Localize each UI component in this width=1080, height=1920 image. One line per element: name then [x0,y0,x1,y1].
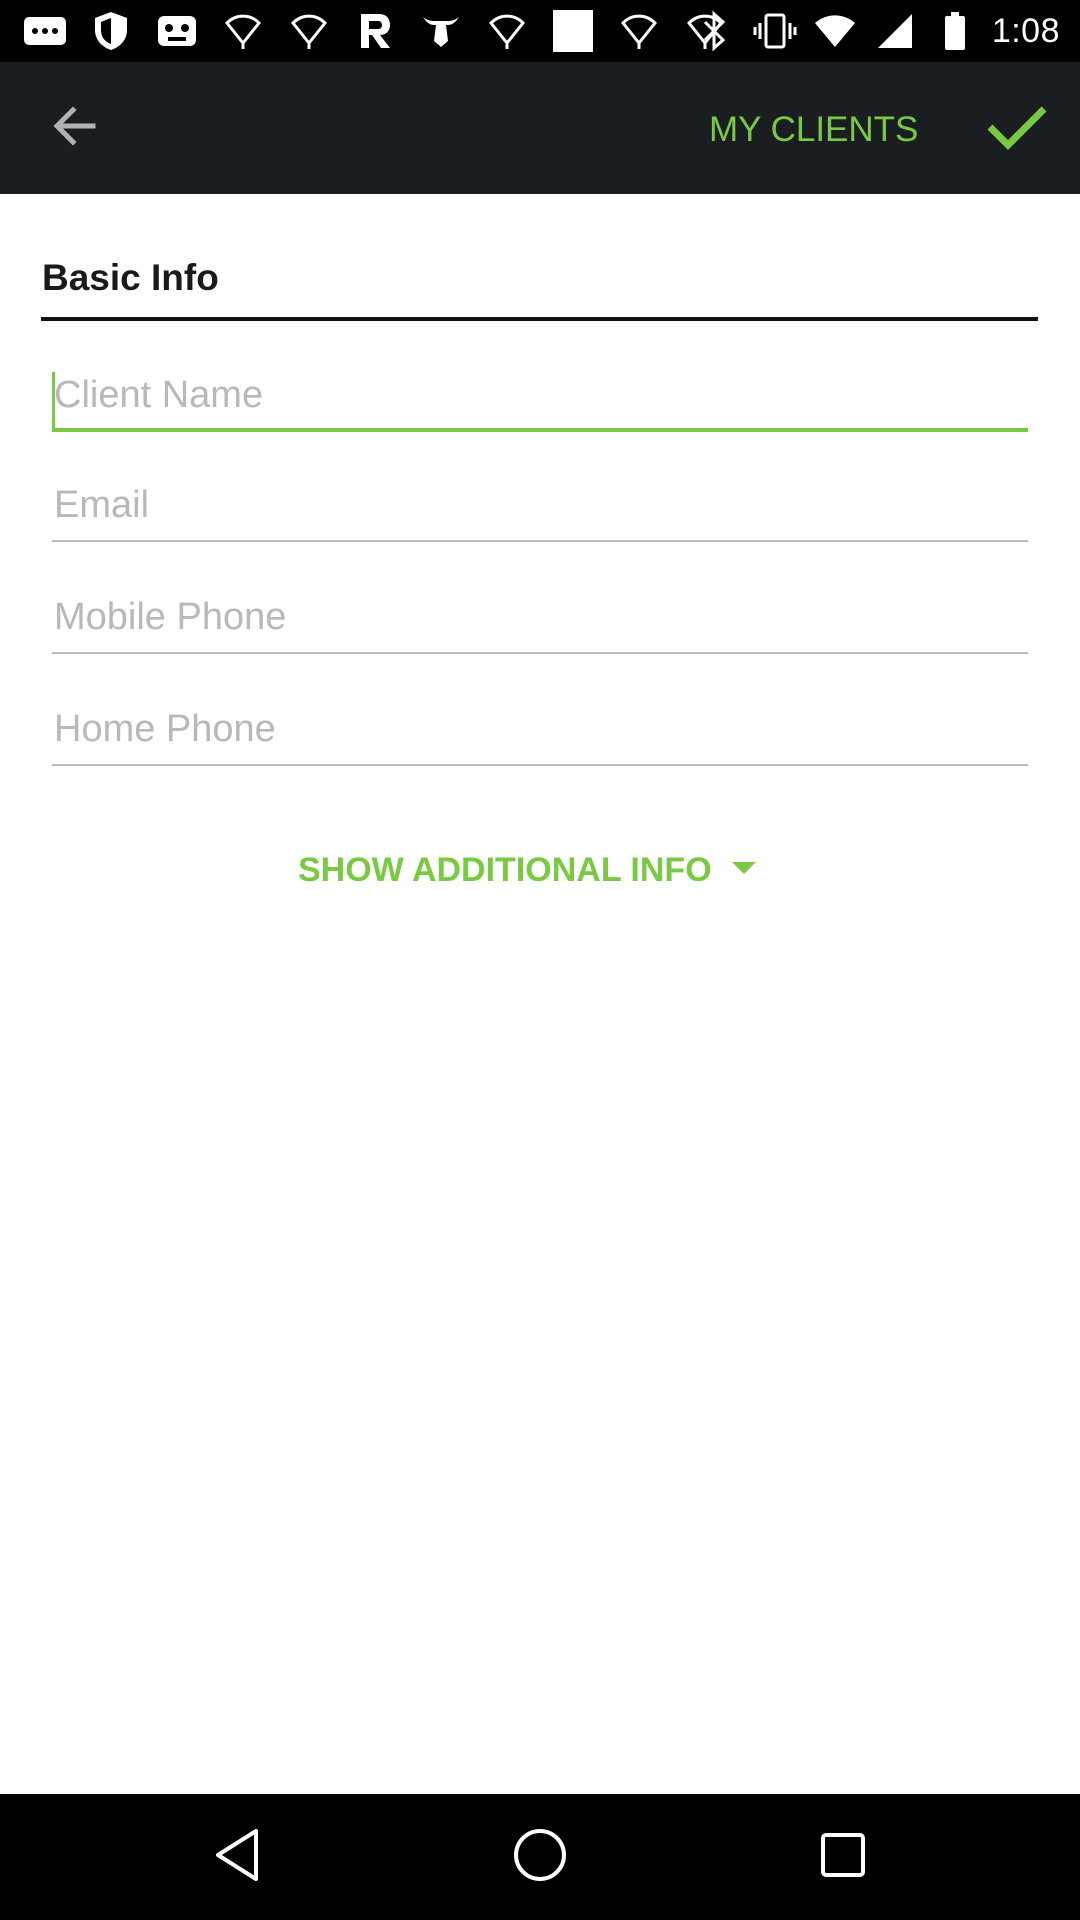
bluetooth-icon [692,8,738,54]
notification-icons [22,8,728,54]
more-icon [22,8,68,54]
home-phone-field[interactable] [52,696,1028,766]
email-input[interactable] [52,472,1028,538]
blank-app-icon [550,8,596,54]
field-underline [52,428,1028,432]
save-button[interactable] [980,94,1054,164]
field-underline [52,764,1028,766]
back-triangle-icon [212,1827,262,1888]
email-field[interactable] [52,472,1028,542]
client-name-field[interactable] [52,362,1028,432]
section-divider [41,317,1038,321]
field-underline [52,540,1028,542]
nav-recents-button[interactable] [810,1824,876,1890]
clock: 1:08 [991,11,1060,50]
home-circle-icon [512,1827,568,1888]
nav-back-button[interactable] [204,1824,270,1890]
bull-icon [418,8,464,54]
game-icon [154,8,200,54]
mobile-phone-field[interactable] [52,584,1028,654]
wifi-icon [484,8,530,54]
arrow-left-icon [51,105,97,152]
battery-icon [932,8,978,54]
wifi-icon [220,8,266,54]
back-button[interactable] [40,98,108,158]
show-additional-info-label: SHOW ADDITIONAL INFO [298,850,712,889]
app-bar: MY CLIENTS [0,62,1080,194]
r-app-icon [352,8,398,54]
navigation-bar [0,1794,1080,1920]
nav-home-button[interactable] [507,1824,573,1890]
client-name-input[interactable] [52,362,1028,428]
section-title: Basic Info [42,257,219,298]
shield-icon [88,8,134,54]
recents-square-icon [819,1831,867,1884]
show-additional-info-button[interactable]: SHOW ADDITIONAL INFO [298,845,758,895]
system-icons: 1:08 [692,8,1060,54]
wifi-full-icon [812,8,858,54]
mobile-phone-input[interactable] [52,584,1028,650]
caret-down-icon [730,860,758,881]
checkmark-icon [986,103,1048,156]
vibrate-icon [752,8,798,54]
field-underline [52,652,1028,654]
status-bar: 1:08 [0,0,1080,62]
wifi-icon [616,8,662,54]
wifi-icon [286,8,332,54]
page-title[interactable]: MY CLIENTS [709,102,918,158]
text-cursor [52,372,55,428]
home-phone-input[interactable] [52,696,1028,762]
signal-icon [872,8,918,54]
